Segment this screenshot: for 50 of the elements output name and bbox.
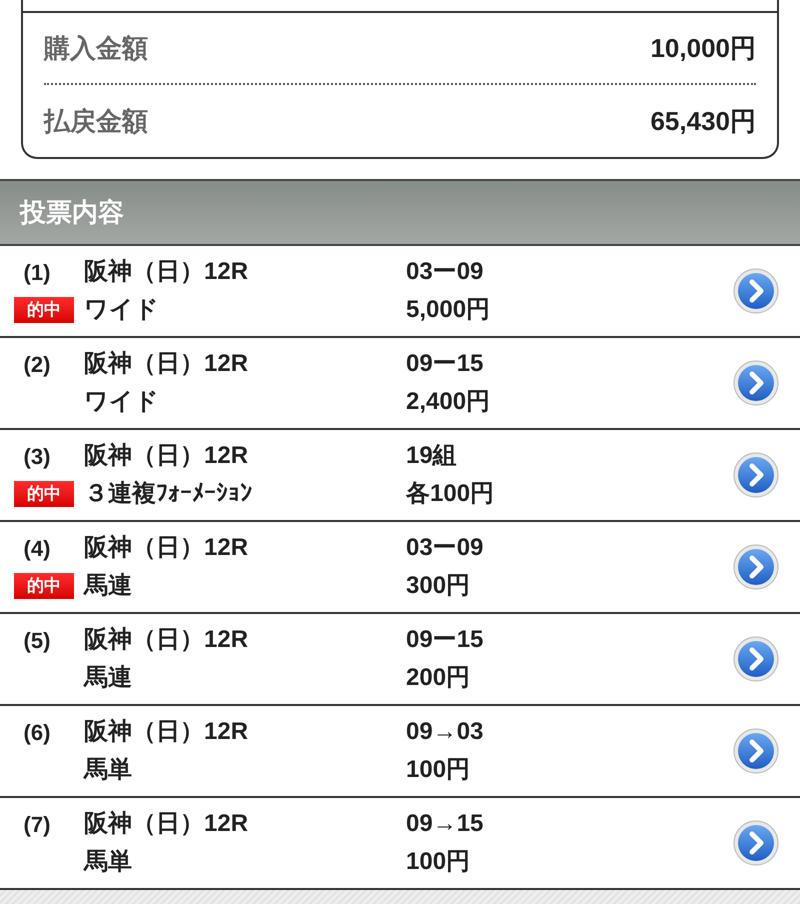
- chevron-right-icon[interactable]: [733, 544, 779, 590]
- summary-label: 購入金額: [44, 32, 148, 64]
- bet-number: (3): [24, 443, 52, 471]
- bet-number: (6): [24, 719, 52, 747]
- bet-amount: 200円: [406, 663, 472, 693]
- bet-type: 馬単: [84, 755, 133, 785]
- summary-label: 払戻金額: [44, 104, 148, 138]
- race-name: 阪神（日）12R: [84, 625, 250, 655]
- chevron-right-icon[interactable]: [733, 636, 779, 682]
- combination: 09ー15: [406, 625, 484, 655]
- chevron-right-icon[interactable]: [733, 820, 779, 866]
- bet-type: ワイド: [84, 387, 160, 417]
- combination: 09ー15: [406, 349, 484, 379]
- section-title: 投票内容: [20, 196, 124, 229]
- race-name: 阪神（日）12R: [84, 257, 250, 287]
- chevron-right-icon[interactable]: [733, 268, 779, 314]
- bet-type: 馬単: [84, 847, 133, 877]
- hit-badge: 的中: [14, 573, 74, 599]
- bet-amount: 100円: [406, 847, 472, 877]
- chevron-right-icon[interactable]: [733, 728, 779, 774]
- combination: 19組: [406, 441, 458, 471]
- combination: 09→03: [406, 717, 484, 747]
- bet-type: ３連複ﾌｫｰﾒｰｼｮﾝ: [84, 479, 253, 509]
- race-name: 阪神（日）12R: [84, 717, 250, 747]
- hit-badge: 的中: [14, 297, 74, 323]
- combination: 03ー09: [406, 533, 484, 563]
- race-name: 阪神（日）12R: [84, 441, 250, 471]
- bet-number: (1): [24, 259, 52, 287]
- bet-amount: 100円: [406, 755, 472, 785]
- summary-value: 10,000円: [650, 32, 756, 64]
- bet-type: ワイド: [84, 295, 160, 325]
- bet-amount: 各100円: [406, 479, 496, 509]
- chevron-right-icon[interactable]: [733, 452, 779, 498]
- bet-number: (5): [24, 627, 52, 655]
- bet-number: (7): [24, 811, 52, 839]
- combination: 09→15: [406, 809, 484, 839]
- bet-amount: 300円: [406, 571, 472, 601]
- bet-number: (2): [24, 351, 52, 379]
- bet-type: 馬連: [84, 571, 133, 601]
- chevron-right-icon[interactable]: [733, 360, 779, 406]
- hit-badge: 的中: [14, 481, 74, 507]
- bet-amount: 2,400円: [406, 387, 492, 417]
- bet-type: 馬連: [84, 663, 133, 693]
- bet-number: (4): [24, 535, 52, 563]
- race-name: 阪神（日）12R: [84, 349, 250, 379]
- race-name: 阪神（日）12R: [84, 809, 250, 839]
- summary-value: 65,430円: [650, 104, 756, 138]
- race-name: 阪神（日）12R: [84, 533, 250, 563]
- bet-amount: 5,000円: [406, 295, 492, 325]
- combination: 03ー09: [406, 257, 484, 287]
